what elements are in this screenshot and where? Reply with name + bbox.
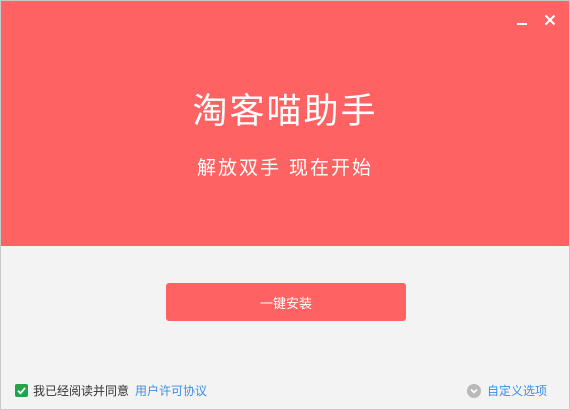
hero-banner: 淘客喵助手 解放双手 现在开始 [1,1,569,246]
minimize-icon [517,23,527,25]
agree-label: 我已经阅读并同意 [33,384,130,398]
chevron-down-icon [466,383,481,398]
custom-options-label: 自定义选项 [486,384,547,398]
window-controls [511,9,561,31]
minimize-button[interactable] [511,9,533,31]
one-click-install-button[interactable]: 一键安装 [166,283,406,321]
app-title: 淘客喵助手 [192,92,378,132]
agree-checkbox[interactable] [15,384,28,397]
checkmark-icon [17,387,26,395]
installer-window: 淘客喵助手 解放双手 现在开始 一键安装 我已经阅读并同意 用户许可协议 自定义… [0,0,570,410]
app-subtitle: 解放双手 现在开始 [196,157,374,179]
agreement-row: 我已经阅读并同意 用户许可协议 [15,382,207,399]
close-icon [544,14,556,26]
custom-options-toggle[interactable]: 自定义选项 [466,382,547,399]
license-agreement-link[interactable]: 用户许可协议 [135,382,207,399]
close-button[interactable] [539,9,561,31]
